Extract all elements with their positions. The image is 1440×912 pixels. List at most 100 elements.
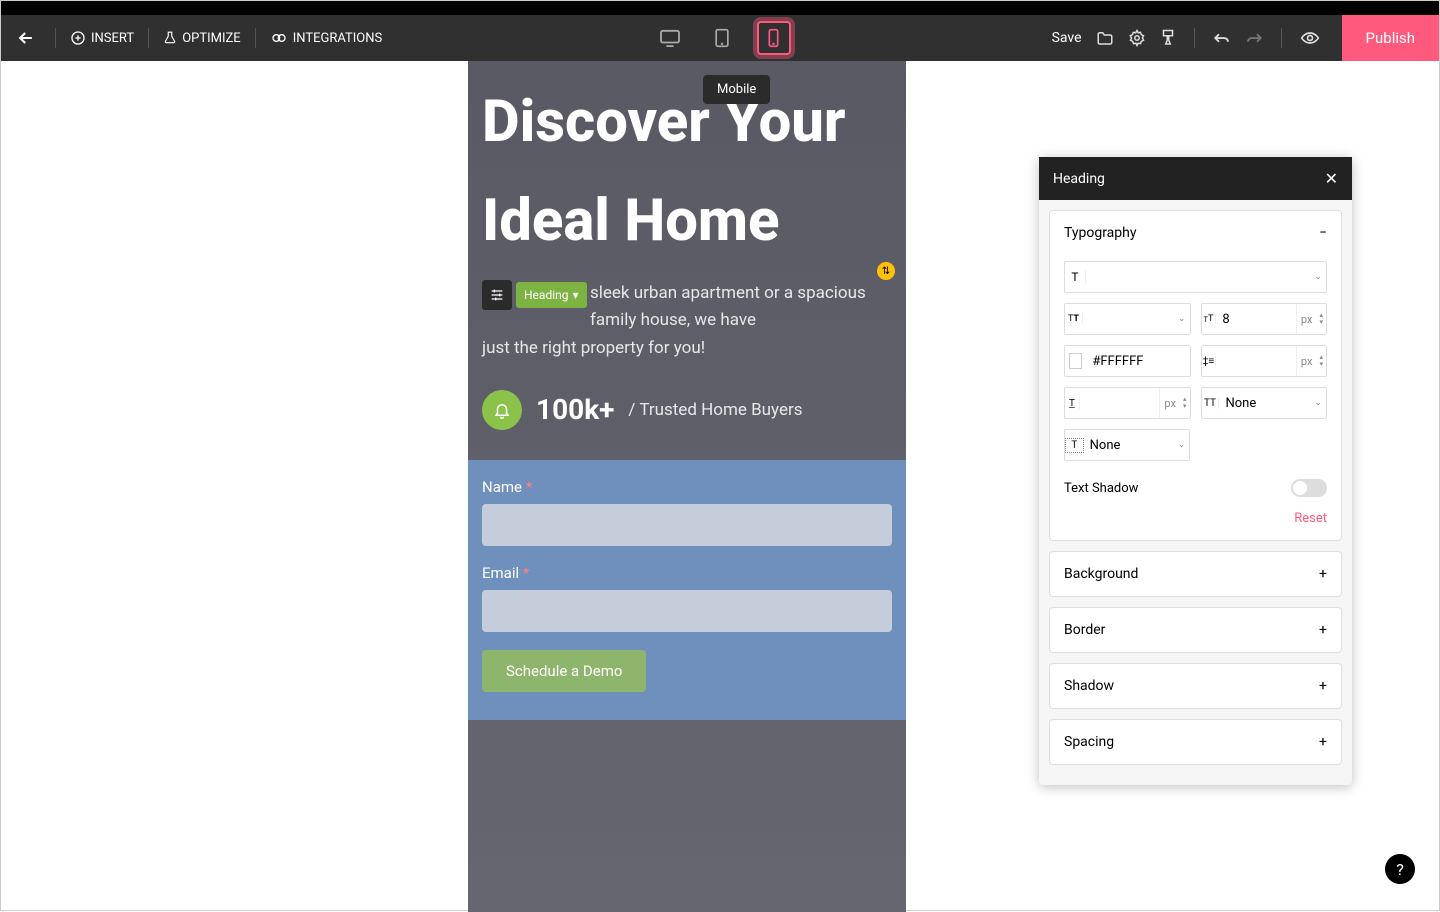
letter-spacing-icon: T̲ <box>1065 398 1080 409</box>
line-height-input[interactable] <box>1216 346 1296 376</box>
font-family-field[interactable]: T ⌄ <box>1064 261 1327 293</box>
border-header[interactable]: Border + <box>1050 608 1341 652</box>
insert-menu[interactable]: INSERT <box>60 30 144 46</box>
toolbar-left: INSERT OPTIMIZE INTEGRATIONS <box>1 28 392 48</box>
device-tablet-button[interactable] <box>705 21 739 55</box>
collapse-icon: − <box>1319 225 1327 241</box>
back-button[interactable] <box>1 28 51 48</box>
font-weight-field[interactable]: TT ⌄ <box>1064 303 1191 335</box>
spacing-section: Spacing + <box>1049 719 1342 765</box>
publish-label: Publish <box>1366 29 1415 47</box>
line-height-icon: ‡≡ <box>1202 356 1217 367</box>
plus-circle-icon <box>70 30 86 46</box>
device-desktop-button[interactable] <box>653 21 687 55</box>
typography-body: T ⌄ TT ⌄ TT px ▴▾ <box>1050 255 1341 540</box>
stat-label: / Trusted Home Buyers <box>628 400 802 420</box>
integrations-label: INTEGRATIONS <box>293 31 383 46</box>
font-size-input[interactable] <box>1216 304 1296 334</box>
shadow-section: Shadow + <box>1049 663 1342 709</box>
text-transform-input[interactable] <box>1219 388 1314 418</box>
device-switcher <box>392 21 1051 55</box>
paint-button[interactable] <box>1160 29 1176 47</box>
gear-icon <box>1128 29 1146 47</box>
hero-headline[interactable]: Discover Your Ideal Home <box>482 61 892 270</box>
background-section: Background + <box>1049 551 1342 597</box>
section-title: Shadow <box>1064 678 1114 694</box>
chip-label: Heading <box>524 288 569 302</box>
device-mobile-button[interactable] <box>757 21 791 55</box>
panel-close-button[interactable]: ✕ <box>1325 169 1338 188</box>
spacing-header[interactable]: Spacing + <box>1050 720 1341 764</box>
element-toolbar: ⇅ Heading ▾ <box>482 280 892 310</box>
link-icon <box>270 30 288 46</box>
text-shadow-toggle[interactable] <box>1291 479 1327 497</box>
panel-title: Heading <box>1053 171 1105 187</box>
background-header[interactable]: Background + <box>1050 552 1341 596</box>
divider <box>1281 28 1282 48</box>
integrations-menu[interactable]: INTEGRATIONS <box>260 30 393 46</box>
optimize-label: OPTIMIZE <box>182 31 241 46</box>
lead-form: Name * Email * Schedule a Demo <box>468 460 906 720</box>
spinner[interactable]: ▴▾ <box>1316 312 1326 326</box>
chevron-down-icon: ⌄ <box>1314 398 1326 408</box>
schedule-demo-button[interactable]: Schedule a Demo <box>482 650 646 692</box>
font-size-icon: TT <box>1202 314 1217 324</box>
typography-header[interactable]: Typography − <box>1050 211 1341 255</box>
email-label: Email * <box>482 564 892 582</box>
folder-button[interactable] <box>1096 30 1114 46</box>
border-section: Border + <box>1049 607 1342 653</box>
font-family-input[interactable] <box>1086 262 1314 292</box>
expand-icon: + <box>1319 734 1327 750</box>
settings-button[interactable] <box>1128 29 1146 47</box>
text-decoration-field[interactable]: T ⌄ <box>1064 429 1190 461</box>
tablet-icon <box>714 28 730 48</box>
redo-button[interactable] <box>1245 31 1263 45</box>
chevron-down-icon: ▾ <box>573 288 579 302</box>
element-type-chip[interactable]: Heading ▾ <box>516 282 587 308</box>
expand-icon: + <box>1319 622 1327 638</box>
element-settings-button[interactable] <box>482 280 512 310</box>
shadow-header[interactable]: Shadow + <box>1050 664 1341 708</box>
brush-icon <box>1160 29 1176 47</box>
spinner[interactable]: ▴▾ <box>1316 354 1326 368</box>
bell-icon <box>493 401 511 419</box>
line-height-field[interactable]: ‡≡ px ▴▾ <box>1201 345 1328 377</box>
optimize-menu[interactable]: OPTIMIZE <box>153 30 251 46</box>
section-title: Spacing <box>1064 734 1114 750</box>
color-input[interactable] <box>1086 346 1189 376</box>
unit-label: px <box>1296 346 1317 376</box>
spinner[interactable]: ▴▾ <box>1180 396 1190 410</box>
color-field[interactable] <box>1064 345 1191 377</box>
save-button[interactable]: Save <box>1052 30 1082 46</box>
preview-button[interactable] <box>1300 31 1320 45</box>
divider <box>148 28 149 48</box>
sliders-icon <box>489 287 505 303</box>
toolbar-right: Save Publish <box>1052 15 1439 61</box>
mobile-canvas[interactable]: Discover Your Ideal Home ⇅ Heading ▾ sle… <box>468 61 906 912</box>
help-icon: ? <box>1396 860 1404 879</box>
email-input[interactable] <box>482 590 892 632</box>
drag-handle[interactable]: ⇅ <box>877 262 895 280</box>
top-black-strip <box>1 1 1439 15</box>
stat-number: 100k+ <box>536 393 614 426</box>
font-weight-input[interactable] <box>1083 304 1178 334</box>
flask-icon <box>163 30 177 46</box>
text-transform-field[interactable]: TT ⌄ <box>1201 387 1328 419</box>
name-input[interactable] <box>482 504 892 546</box>
publish-button[interactable]: Publish <box>1342 15 1439 61</box>
chevron-down-icon: ⌄ <box>1314 272 1326 282</box>
text-decoration-input[interactable] <box>1084 430 1178 460</box>
font-size-field[interactable]: TT px ▴▾ <box>1201 303 1328 335</box>
unit-label: px <box>1296 304 1317 334</box>
chevron-down-icon: ⌄ <box>1178 440 1190 450</box>
panel-body: Typography − T ⌄ TT ⌄ <box>1039 200 1352 785</box>
help-button[interactable]: ? <box>1385 854 1415 884</box>
folder-icon <box>1096 30 1114 46</box>
reset-button[interactable]: Reset <box>1064 505 1327 526</box>
text-shadow-row: Text Shadow <box>1064 471 1327 505</box>
text-shadow-label: Text Shadow <box>1064 481 1138 496</box>
undo-button[interactable] <box>1213 31 1231 45</box>
letter-spacing-input[interactable] <box>1080 388 1160 418</box>
letter-spacing-field[interactable]: T̲ px ▴▾ <box>1064 387 1191 419</box>
hero-subtext-line2[interactable]: just the right property for you! <box>482 335 892 362</box>
